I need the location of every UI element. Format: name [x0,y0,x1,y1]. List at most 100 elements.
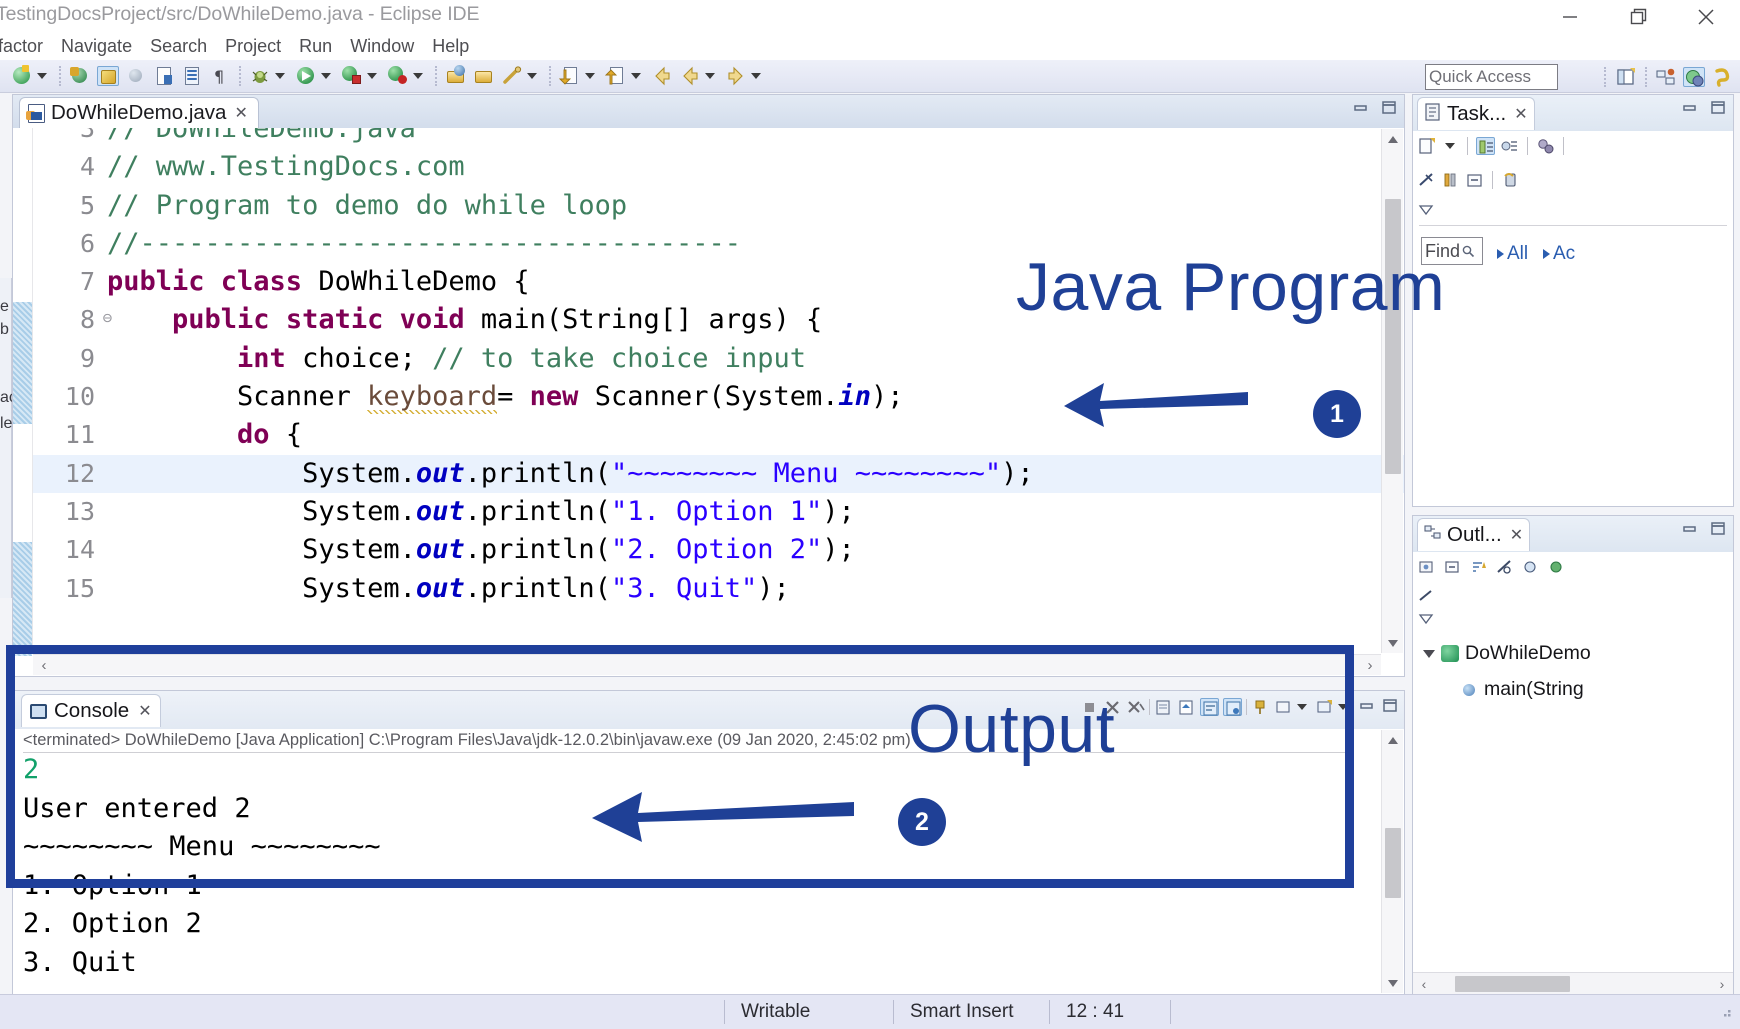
task-filter-all[interactable]: All [1497,243,1528,265]
outline-tab[interactable]: Outl... ✕ [1417,518,1531,551]
clear-console-icon[interactable] [1154,698,1173,716]
task-tab[interactable]: Task... ✕ [1417,97,1535,130]
close-icon[interactable] [1672,0,1740,34]
previous-annotation-dropdown-icon[interactable] [631,73,641,79]
hide-fields-icon[interactable] [1495,558,1514,576]
java-perspective-icon[interactable] [1683,67,1705,87]
maximize-icon[interactable] [1709,521,1727,542]
menu-refactor[interactable]: factor [0,36,52,57]
scheduled-presentation-icon[interactable] [1500,137,1519,155]
editor-horizontal-scrollbar[interactable]: ‹ › [33,654,1381,675]
maximize-icon[interactable] [1381,698,1400,716]
forward-history-icon[interactable] [725,66,747,86]
navigation-history-dropdown-icon[interactable] [705,73,715,79]
view-menu-icon[interactable] [1417,612,1437,631]
annotation-ruler[interactable] [13,128,33,656]
maximize-icon[interactable] [1709,100,1727,121]
word-wrap-icon[interactable] [1200,698,1219,716]
hide-static-icon[interactable] [1521,558,1540,576]
menu-navigate[interactable]: Navigate [52,36,141,57]
scrollbar-thumb[interactable] [1455,976,1570,992]
menu-window[interactable]: Window [341,36,423,57]
search-icon[interactable] [501,66,523,86]
collapse-all-icon[interactable] [1443,558,1462,576]
restore-tasks-icon[interactable] [1501,171,1520,189]
hide-non-public-icon[interactable] [1547,558,1566,576]
outline-horizontal-scrollbar[interactable]: ‹ › [1413,972,1733,994]
close-icon[interactable]: ✕ [234,103,247,123]
debug-icon[interactable] [249,66,271,86]
coverage-dropdown-icon[interactable] [413,73,423,79]
quick-access-input[interactable]: Quick Access [1425,64,1558,90]
new-java-package-icon[interactable] [445,65,467,86]
menu-project[interactable]: Project [216,36,290,57]
save-icon[interactable] [97,66,119,86]
run-dropdown-icon[interactable] [321,73,331,79]
next-annotation-dropdown-icon[interactable] [585,73,595,79]
open-perspective-icon[interactable] [1615,67,1637,87]
scroll-right-icon[interactable]: › [1359,655,1381,675]
debug-dropdown-icon[interactable] [275,73,285,79]
categorized-presentation-icon[interactable] [1476,137,1495,155]
paragraph-mark-icon[interactable]: ¶ [209,66,231,86]
synchronize-icon[interactable] [1536,137,1555,155]
scroll-left-icon[interactable]: ‹ [33,655,55,675]
editor-tab-dowhiledemo[interactable]: DoWhileDemo.java ✕ [19,97,259,128]
focus-indicator-icon[interactable] [1417,588,1437,609]
focus-on-workweek-icon[interactable] [1417,171,1436,189]
run-external-tool-icon[interactable] [341,66,363,86]
next-annotation-icon[interactable] [559,66,581,86]
scrollbar-thumb[interactable] [1385,199,1401,474]
open-console-icon[interactable] [1315,698,1334,716]
previous-annotation-icon[interactable] [605,66,627,86]
java-ee-perspective-icon[interactable] [1655,67,1677,87]
edit-source-icon[interactable] [69,66,91,86]
print-icon[interactable] [153,66,175,86]
run-external-dropdown-icon[interactable] [367,73,377,79]
scroll-up-icon[interactable] [1382,730,1404,750]
code-line[interactable]: 4 // www.TestingDocs.com [33,148,1404,186]
menu-search[interactable]: Search [141,36,216,57]
collapse-all-icon[interactable] [1465,171,1484,189]
scroll-right-icon[interactable]: › [1711,973,1733,995]
pin-console-icon[interactable] [1251,698,1270,716]
close-icon[interactable]: ✕ [1510,525,1523,545]
code-line[interactable]: 13 System.out.println("1. Option 1"); [33,493,1404,531]
menu-run[interactable]: Run [290,36,341,57]
code-line[interactable]: 15 System.out.println("3. Quit"); [33,570,1404,608]
code-line[interactable]: 5 // Program to demo do while loop [33,187,1404,225]
code-line[interactable]: 12 System.out.println("~~~~~~~~ Menu ~~~… [33,454,1404,493]
code-line[interactable]: 3 // DoWhileDemo.java [33,128,1404,148]
show-all-tasks-icon[interactable] [1441,171,1460,189]
scroll-down-icon[interactable] [1382,633,1404,653]
editor-vertical-scrollbar[interactable] [1381,129,1403,653]
restore-icon[interactable] [1604,0,1672,34]
minimize-icon[interactable] [1536,0,1604,34]
console-dropdown-icon[interactable] [1297,704,1307,710]
display-selected-console-icon[interactable] [1274,698,1293,716]
scroll-down-icon[interactable] [1382,973,1404,993]
new-wizard-dropdown-icon[interactable] [37,73,47,79]
sort-icon[interactable] [1469,558,1488,576]
run-icon[interactable] [295,66,317,86]
maximize-icon[interactable] [1380,100,1398,121]
forward-icon[interactable] [679,66,701,86]
menu-help[interactable]: Help [423,36,478,57]
outline-tree-item-class[interactable]: DoWhileDemo [1423,642,1591,665]
outline-tree-item-method[interactable]: main(String [1461,678,1584,701]
scroll-left-icon[interactable]: ‹ [1413,973,1435,995]
view-menu-icon[interactable] [1417,203,1437,222]
search-dropdown-icon[interactable] [527,73,537,79]
new-task-icon[interactable] [1417,137,1436,155]
forward-history-dropdown-icon[interactable] [751,73,761,79]
minimize-icon[interactable] [1681,521,1699,542]
console-vertical-scrollbar[interactable] [1381,730,1403,993]
new-task-dropdown-icon[interactable] [1445,143,1455,149]
minimize-icon[interactable] [1681,100,1699,121]
back-icon[interactable] [651,66,673,86]
console-output-area[interactable]: <terminated> DoWhileDemo [Java Applicati… [13,729,1404,994]
minimize-icon[interactable] [1352,100,1370,121]
code-line[interactable]: 14 System.out.println("2. Option 2"); [33,531,1404,569]
coverage-icon[interactable] [387,66,409,86]
expand-arrow-icon[interactable] [1423,649,1435,658]
